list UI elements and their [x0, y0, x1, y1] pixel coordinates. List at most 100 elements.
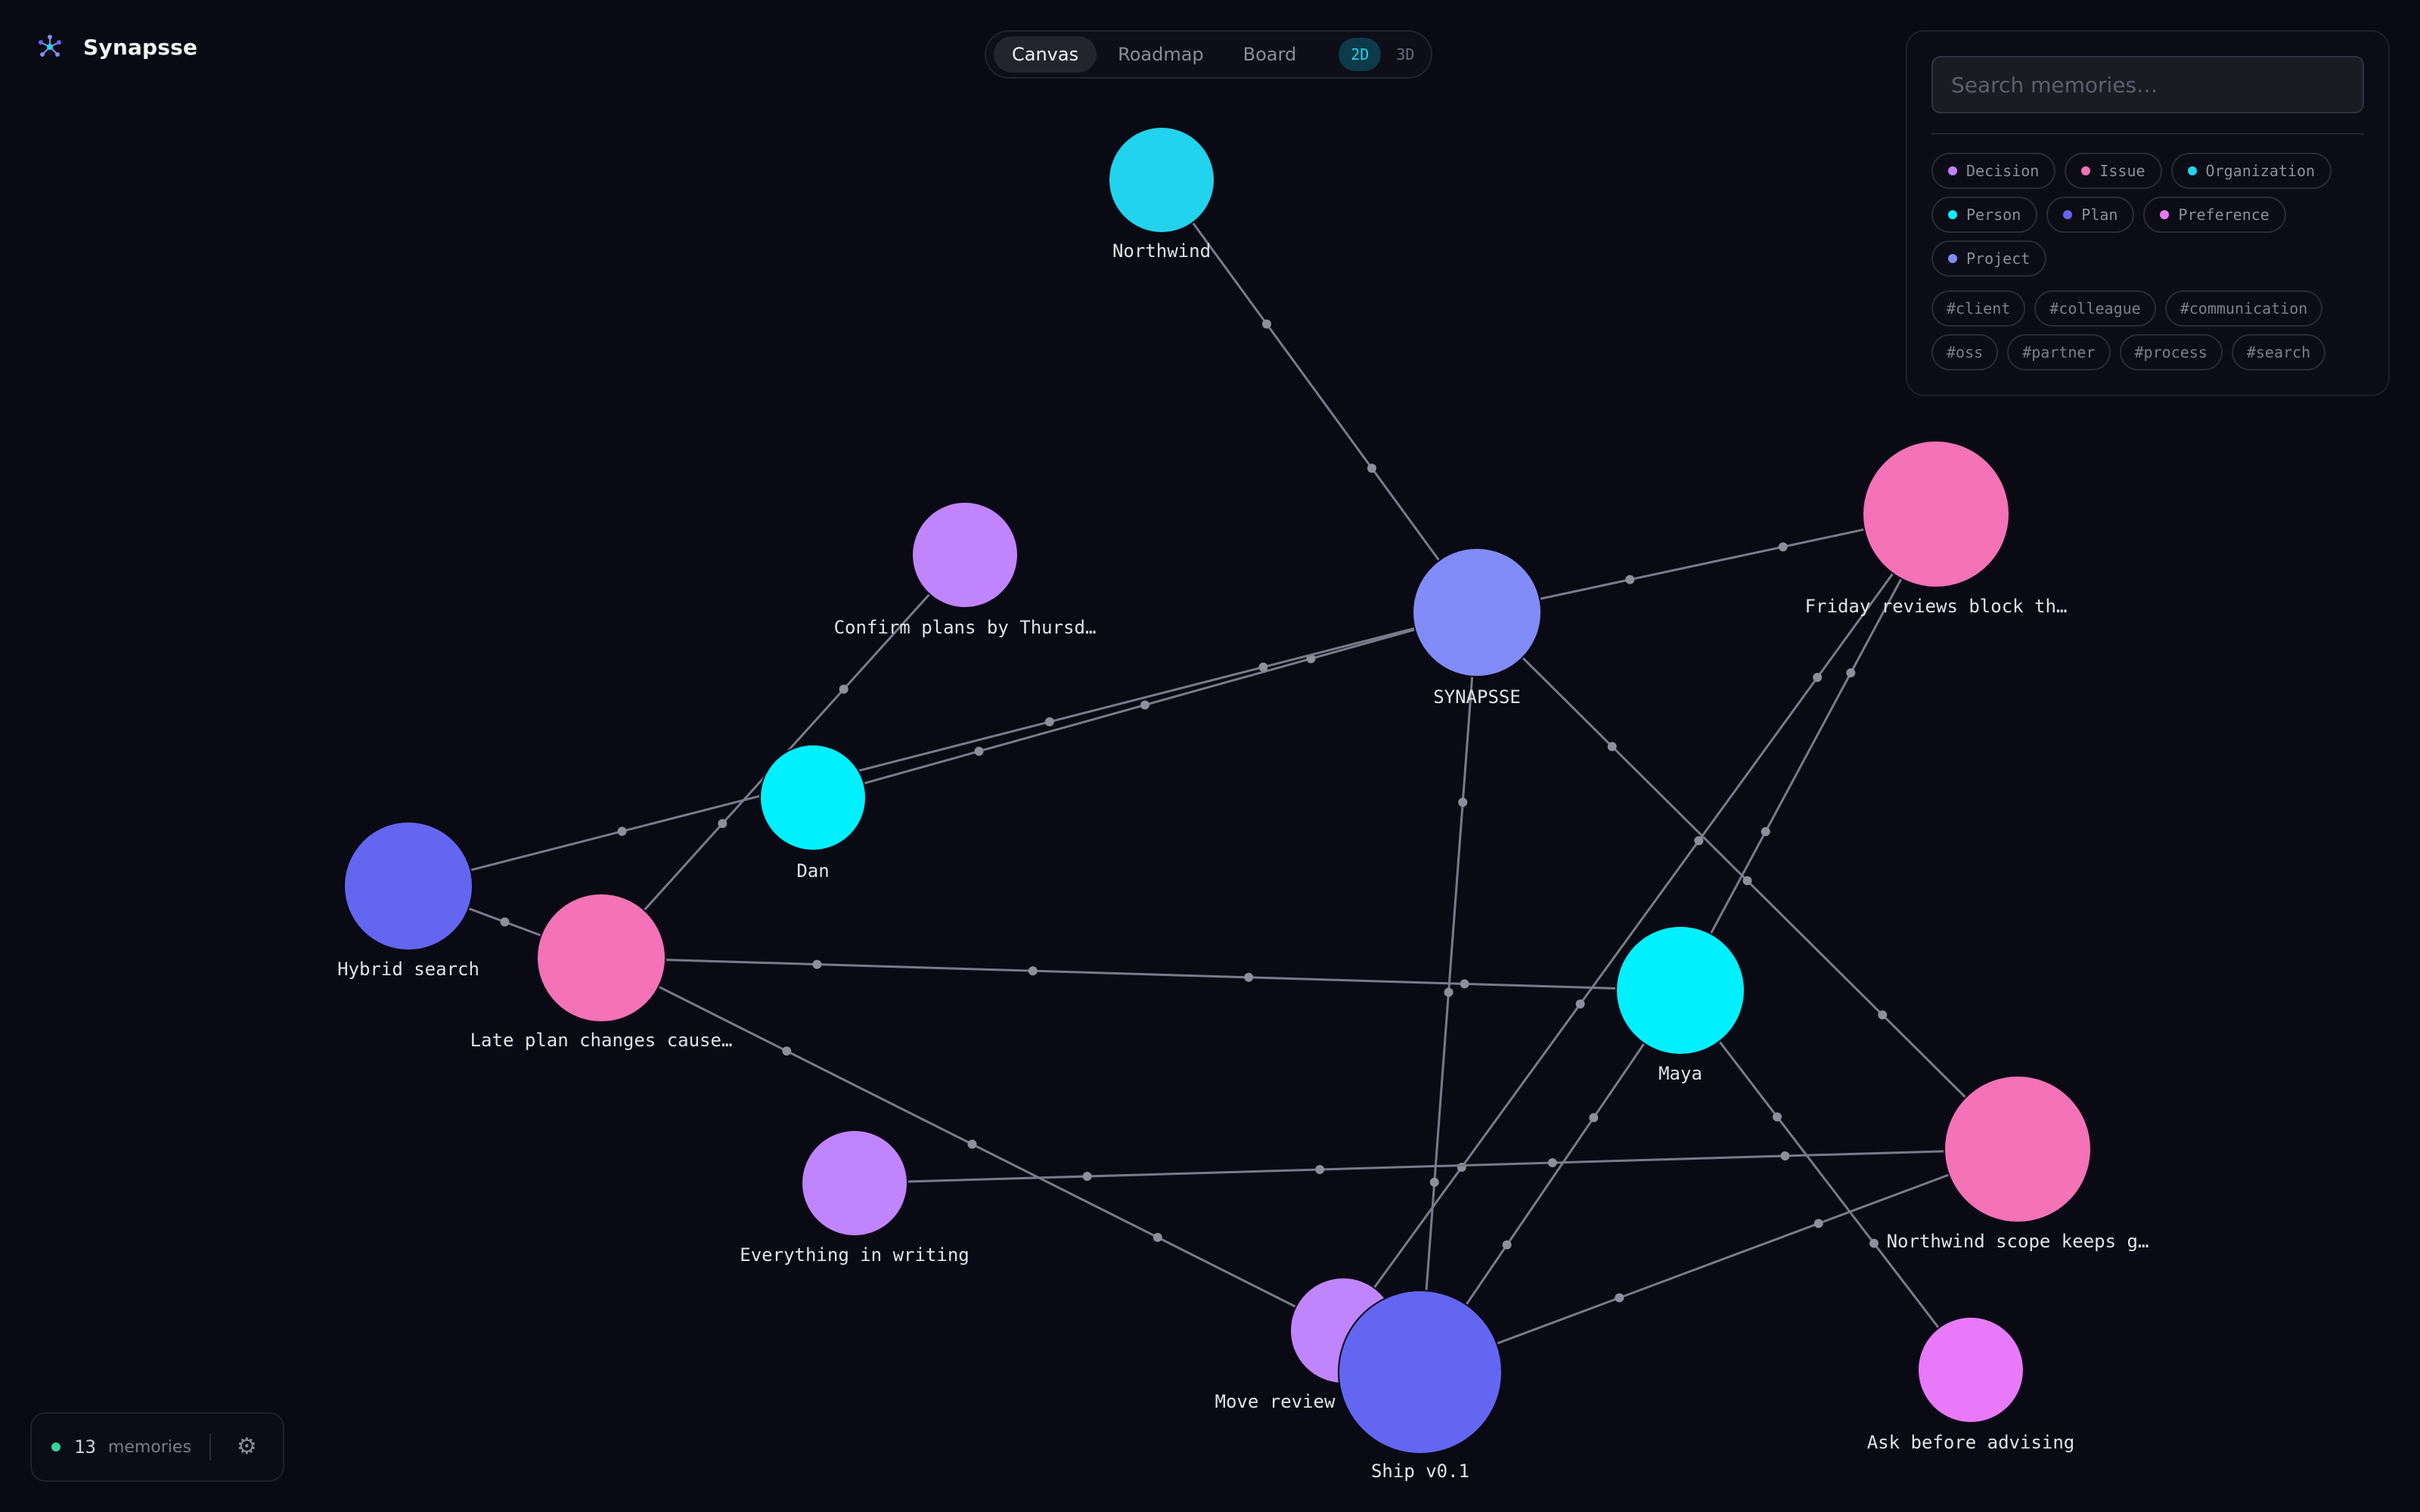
- edge-particle: [1502, 1240, 1512, 1250]
- tab-board[interactable]: Board: [1225, 36, 1315, 73]
- node-hybrid[interactable]: Hybrid search: [337, 821, 479, 980]
- tag-chip-communication[interactable]: #communication: [2164, 290, 2323, 327]
- node-scope[interactable]: Northwind scope keeps g…: [1887, 1075, 2149, 1252]
- edge-particle: [1457, 1163, 1466, 1172]
- node-friday[interactable]: Friday reviews block th…: [1805, 440, 2068, 617]
- node-northwind[interactable]: Northwind: [1108, 126, 1215, 262]
- edge-particle: [1258, 662, 1268, 672]
- edge-particle: [1547, 1158, 1557, 1167]
- memory-status-bar: 13 memories ⚙: [30, 1412, 284, 1482]
- gear-icon[interactable]: ⚙: [237, 1436, 257, 1458]
- edge-particle: [782, 1046, 792, 1056]
- type-chip-issue[interactable]: Issue: [2065, 153, 2162, 189]
- type-chip-person[interactable]: Person: [1931, 197, 2038, 233]
- node-dan[interactable]: Dan: [759, 744, 867, 881]
- edge-particle: [1460, 979, 1469, 989]
- node-circle[interactable]: [1412, 547, 1542, 677]
- edge-particle: [1615, 1293, 1624, 1303]
- app-brand: Synapsse: [36, 33, 197, 60]
- node-circle[interactable]: [1108, 126, 1215, 234]
- node-circle[interactable]: [343, 821, 473, 951]
- type-chip-preference[interactable]: Preference: [2143, 197, 2286, 233]
- node-circle[interactable]: [1862, 440, 2010, 588]
- edge-particle: [1761, 827, 1770, 836]
- edge-particle: [1575, 999, 1585, 1009]
- tag-chip-search[interactable]: #search: [2231, 334, 2326, 370]
- tag-chip-process[interactable]: #process: [2119, 334, 2223, 370]
- type-chip-project[interactable]: Project: [1931, 240, 2047, 277]
- edge-particle: [1589, 1113, 1599, 1123]
- node-label: Everything in writing: [740, 1244, 969, 1266]
- node-maya[interactable]: Maya: [1615, 925, 1745, 1084]
- tag-chip-partner[interactable]: #partner: [2007, 334, 2111, 370]
- node-label: Maya: [1658, 1063, 1702, 1084]
- memory-count: 13: [74, 1436, 96, 1458]
- tag-chip-colleague[interactable]: #colleague: [2034, 290, 2156, 327]
- type-chip-plan[interactable]: Plan: [2046, 197, 2135, 233]
- edge-particle: [1367, 463, 1376, 473]
- node-circle[interactable]: [911, 501, 1019, 609]
- node-circle[interactable]: [801, 1129, 908, 1237]
- type-chip-organization[interactable]: Organization: [2170, 153, 2332, 189]
- type-chip-decision[interactable]: Decision: [1931, 153, 2056, 189]
- edge-particle: [1429, 1177, 1439, 1187]
- edge-particle: [839, 684, 849, 694]
- edge-particle: [1742, 876, 1752, 885]
- type-chip-label: Issue: [2099, 162, 2145, 180]
- type-color-dot: [2063, 210, 2073, 219]
- edge-particle: [1153, 1232, 1162, 1242]
- edge-particle: [1315, 1165, 1325, 1174]
- edge-particle: [1140, 700, 1150, 710]
- toggle-2d[interactable]: 2D: [1339, 38, 1382, 71]
- edge-particle: [500, 917, 510, 927]
- edge-late-maya: [600, 956, 1681, 992]
- node-label: Friday reviews block th…: [1805, 596, 2068, 617]
- node-label: SYNAPSSE: [1433, 686, 1521, 708]
- node-circle[interactable]: [1944, 1075, 2092, 1223]
- type-color-dot: [1948, 210, 1957, 219]
- panel-divider: [1931, 133, 2364, 135]
- live-status-dot: [51, 1442, 60, 1452]
- edge-particle: [974, 746, 984, 756]
- search-memories-input[interactable]: [1931, 56, 2364, 113]
- edge-particle: [1780, 1151, 1790, 1160]
- edge-particle: [1694, 836, 1704, 845]
- edge-synapsse-hybrid: [408, 611, 1478, 888]
- edge-particle: [1044, 717, 1054, 727]
- node-late[interactable]: Late plan changes cause…: [470, 893, 733, 1051]
- memory-count-label: memories: [107, 1437, 191, 1457]
- type-color-dot: [2160, 210, 2170, 219]
- edge-particle: [1458, 798, 1468, 807]
- node-label: Hybrid search: [337, 959, 479, 980]
- view-switcher: Canvas Roadmap Board 2D 3D: [985, 30, 1432, 79]
- tag-chip-client[interactable]: #client: [1931, 290, 2026, 327]
- edge-particle: [1773, 1112, 1782, 1122]
- node-circle[interactable]: [1917, 1316, 2024, 1424]
- type-chip-label: Decision: [1966, 162, 2040, 180]
- graph-nodes: Northwind Confirm plans by Thursd… SYNAPSS…: [337, 126, 2149, 1482]
- type-color-dot: [1948, 254, 1957, 263]
- graph-edges: [408, 179, 2019, 1374]
- tab-canvas[interactable]: Canvas: [994, 36, 1097, 73]
- node-circle[interactable]: [1338, 1290, 1503, 1455]
- edge-particle: [1813, 1219, 1823, 1228]
- tag-filter-chips: #client #colleague #communication #oss #part…: [1931, 290, 2364, 370]
- node-circle[interactable]: [536, 893, 666, 1023]
- edge-particle: [1869, 1238, 1879, 1248]
- node-ship[interactable]: Ship v0.1: [1338, 1290, 1503, 1482]
- node-confirm[interactable]: Confirm plans by Thursd…: [834, 501, 1097, 638]
- node-circle[interactable]: [759, 744, 867, 851]
- tab-roadmap[interactable]: Roadmap: [1100, 36, 1222, 73]
- type-chip-label: Plan: [2081, 206, 2118, 224]
- node-circle[interactable]: [1615, 925, 1745, 1055]
- type-color-dot: [2187, 166, 2197, 175]
- edge-particle: [812, 959, 822, 969]
- node-ask[interactable]: Ask before advising: [1867, 1316, 2075, 1453]
- node-synapsse[interactable]: SYNAPSSE: [1412, 547, 1542, 708]
- status-divider: [209, 1433, 211, 1461]
- app-name: Synapsse: [83, 34, 198, 60]
- tag-chip-oss[interactable]: #oss: [1931, 334, 1999, 370]
- node-writing[interactable]: Everything in writing: [740, 1129, 970, 1266]
- toggle-3d[interactable]: 3D: [1384, 38, 1426, 71]
- node-label: Ask before advising: [1867, 1432, 2075, 1453]
